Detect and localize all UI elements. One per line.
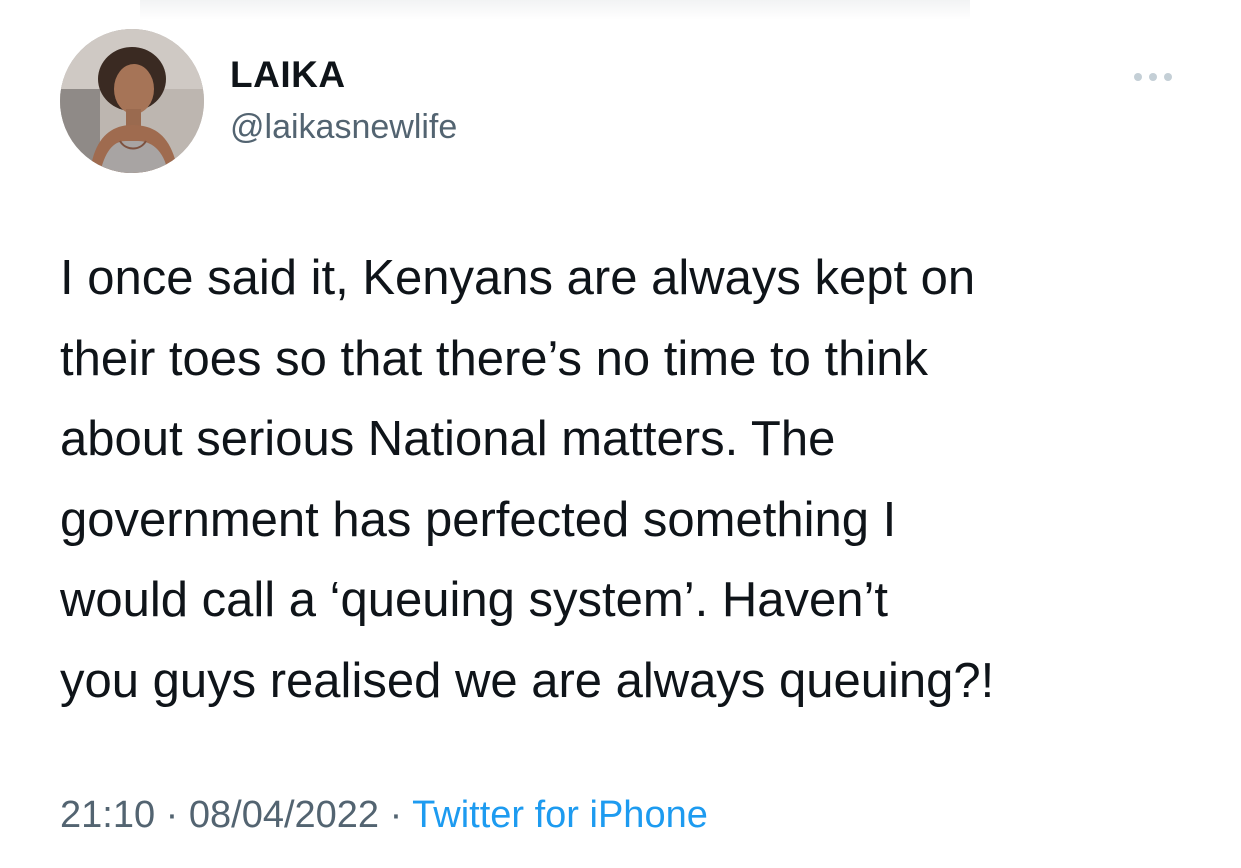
tweet-text: I once said it, Kenyans are always kept … (60, 238, 1210, 721)
profile-photo-icon (60, 29, 204, 173)
separator-dot: · (389, 794, 403, 836)
tweet-metadata: 21:10 · 08/04/2022 · Twitter for iPhone (60, 794, 708, 837)
more-options-button[interactable] (1126, 62, 1180, 92)
author-handle[interactable]: @laikasnewlife (230, 108, 457, 147)
separator-dot: · (165, 794, 179, 836)
avatar[interactable] (60, 29, 204, 173)
previous-item-edge (140, 0, 970, 20)
tweet-text-line: about serious National matters. The (60, 412, 836, 466)
tweet-text-line: their toes so that there’s no time to th… (60, 331, 928, 386)
tweet-text-line: would call a ‘queuing system’. Haven’t (60, 573, 888, 627)
tweet-source-link[interactable]: Twitter for iPhone (412, 794, 708, 836)
more-horizontal-icon (1134, 73, 1172, 81)
tweet-text-line: government has perfected something I (60, 492, 897, 547)
tweet-text-line: I once said it, Kenyans are always kept … (60, 251, 976, 305)
author-display-name[interactable]: LAIKA (230, 54, 346, 96)
tweet-date[interactable]: 08/04/2022 (189, 794, 379, 836)
tweet-text-line: you guys realised we are always queuing?… (60, 653, 995, 708)
tweet-time[interactable]: 21:10 (60, 794, 155, 836)
